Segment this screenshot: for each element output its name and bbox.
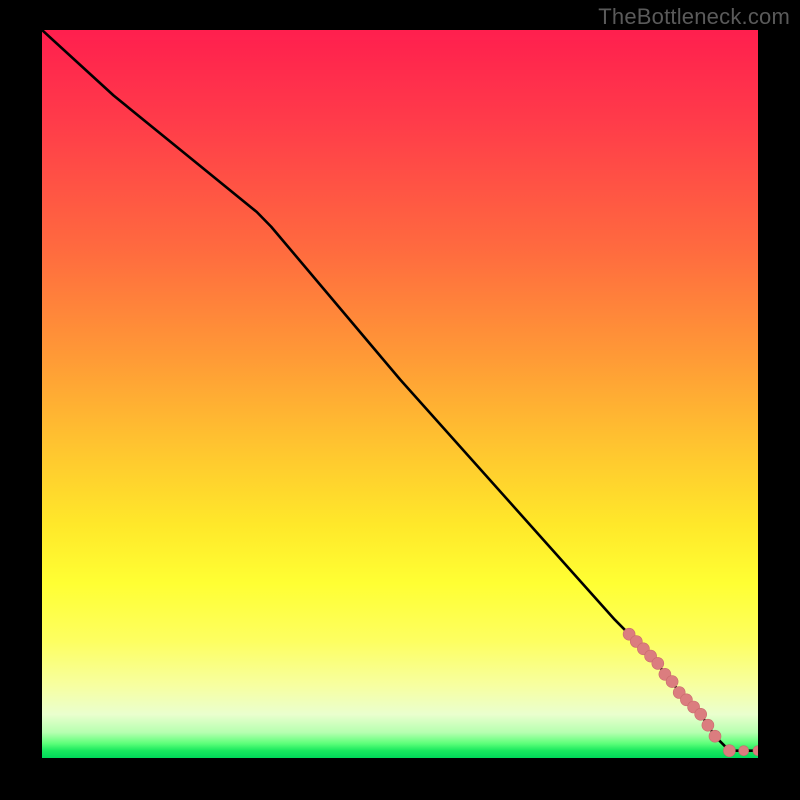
watermark-label: TheBottleneck.com bbox=[598, 4, 790, 30]
curve-markers bbox=[623, 628, 758, 757]
curve-line bbox=[42, 30, 758, 751]
data-point bbox=[652, 657, 664, 669]
data-point bbox=[709, 730, 721, 742]
chart-frame: TheBottleneck.com bbox=[0, 0, 800, 800]
data-point bbox=[723, 745, 735, 757]
data-point bbox=[695, 708, 707, 720]
data-point bbox=[702, 719, 714, 731]
data-point bbox=[753, 746, 758, 756]
series-path bbox=[42, 30, 758, 751]
data-point bbox=[666, 676, 678, 688]
plot-area bbox=[42, 30, 758, 758]
data-point bbox=[739, 746, 749, 756]
chart-overlay bbox=[42, 30, 758, 758]
